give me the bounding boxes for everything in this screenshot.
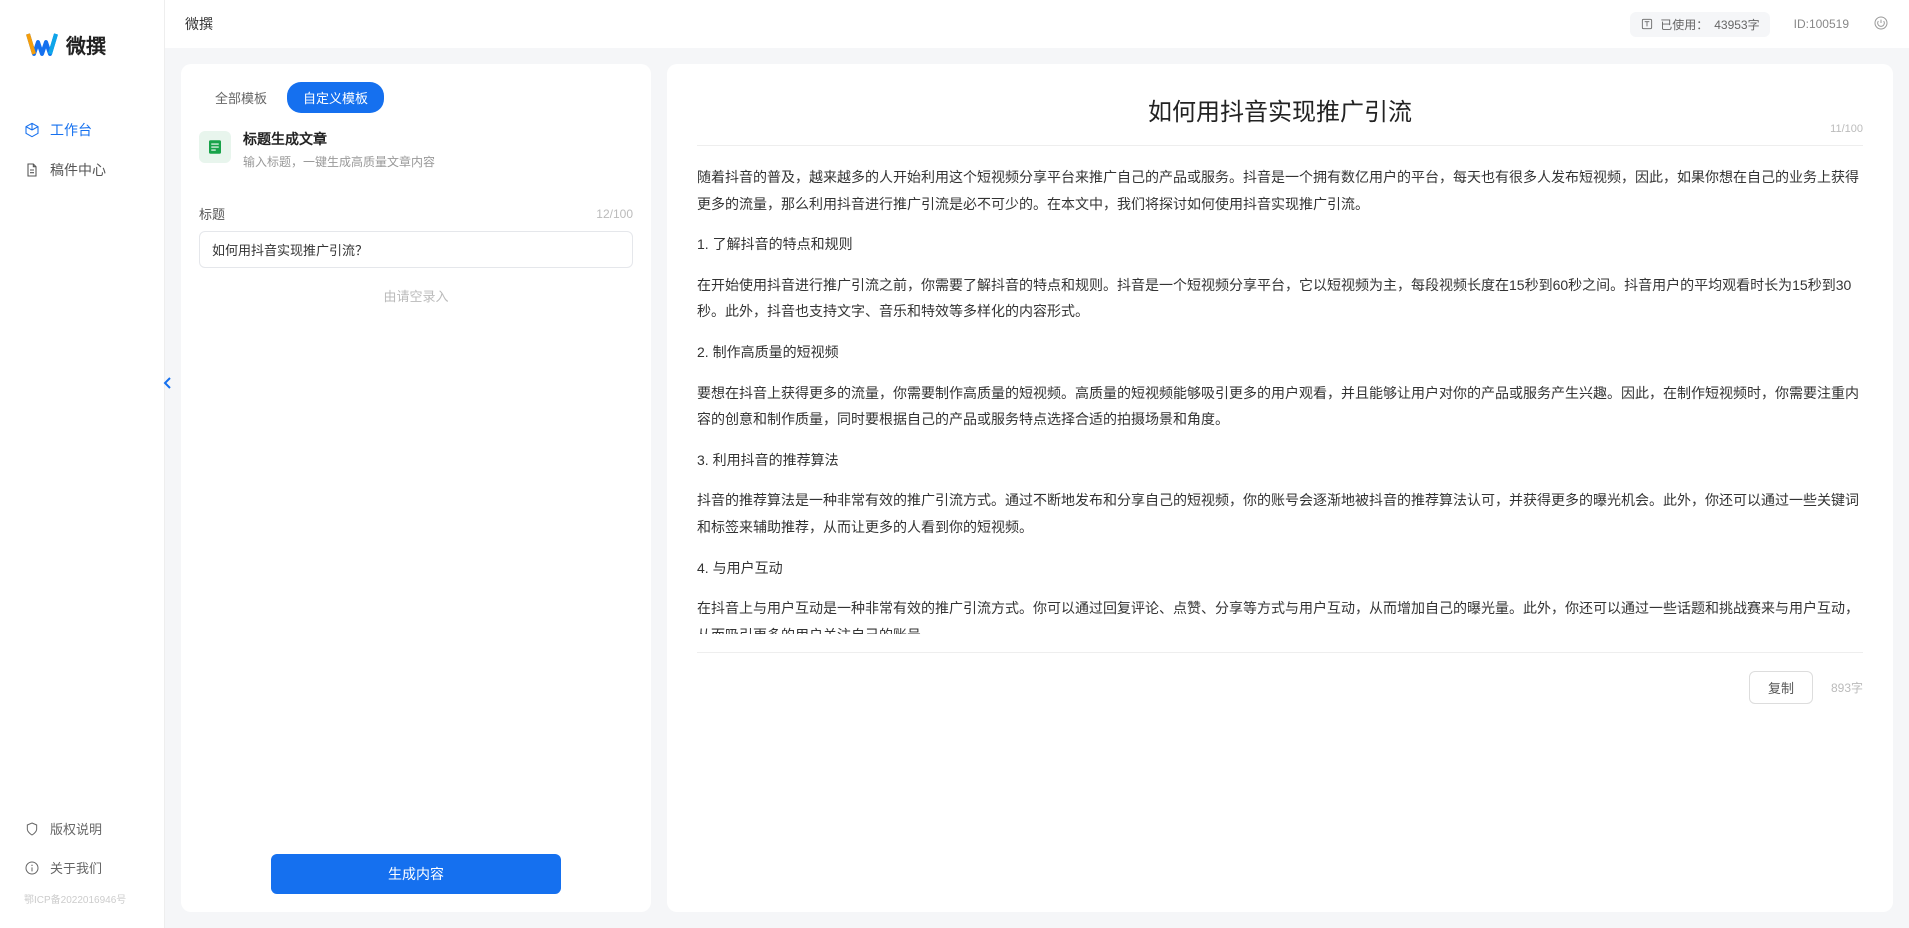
article-title-count: 11/100: [1830, 123, 1863, 135]
left-panel: 全部模板 自定义模板 标题生成文章 输入标题，一键生成高质量文章内容 标题: [181, 64, 651, 912]
copy-button[interactable]: 复制: [1749, 671, 1813, 704]
usage-label: 已使用：: [1660, 16, 1708, 33]
brand-name: 微撰: [66, 30, 106, 59]
article-paragraph: 随着抖音的普及，越来越多的人开始利用这个短视频分享平台来推广自己的产品或服务。抖…: [697, 164, 1863, 217]
template-title: 标题生成文章: [243, 129, 435, 149]
title-input[interactable]: [199, 231, 633, 268]
sidebar-item-label: 版权说明: [50, 819, 102, 838]
article-paragraph: 要想在抖音上获得更多的流量，你需要制作高质量的短视频。高质量的短视频能够吸引更多…: [697, 380, 1863, 433]
article-title: 如何用抖音实现推广引流: [697, 92, 1863, 127]
usage-value: 43953字: [1714, 16, 1759, 33]
tab-all-templates[interactable]: 全部模板: [199, 82, 283, 113]
icp-text: 鄂ICP备2022016946号: [0, 887, 164, 914]
sidebar-collapse-handle[interactable]: [162, 376, 172, 393]
generate-button[interactable]: 生成内容: [271, 854, 561, 894]
content-row: 全部模板 自定义模板 标题生成文章 输入标题，一键生成高质量文章内容 标题: [165, 48, 1909, 928]
user-id: ID:100519: [1794, 17, 1849, 31]
article-paragraph: 2. 制作高质量的短视频: [697, 339, 1863, 366]
field-char-count: 12/100: [596, 207, 633, 221]
sidebar-bottom: 版权说明 关于我们 鄂ICP备2022016946号: [0, 809, 164, 928]
text-icon: [1640, 17, 1654, 31]
article-paragraph: 4. 与用户互动: [697, 555, 1863, 582]
sidebar-item-workbench[interactable]: 工作台: [0, 110, 164, 150]
article-paragraph: 1. 了解抖音的特点和规则: [697, 231, 1863, 258]
info-icon: [24, 860, 40, 876]
power-button[interactable]: [1873, 15, 1889, 34]
main-area: 微撰 已使用： 43953字 ID:100519 全部模板 自定义模板: [165, 0, 1909, 928]
tab-custom-template[interactable]: 自定义模板: [287, 82, 384, 113]
template-tabs: 全部模板 自定义模板: [181, 82, 651, 129]
page-title: 微撰: [185, 14, 213, 34]
sidebar: 微撰 工作台 稿件中心 版权说明 关于我们 鄂ICP备202201: [0, 0, 165, 928]
sheet-icon: [206, 138, 224, 156]
brand-logo: 微撰: [0, 0, 164, 80]
sidebar-item-label: 关于我们: [50, 858, 102, 877]
empty-input-note: 由请空录入: [199, 268, 633, 323]
article-word-count: 893字: [1831, 679, 1863, 696]
topbar: 微撰 已使用： 43953字 ID:100519: [165, 0, 1909, 48]
shield-icon: [24, 821, 40, 837]
sidebar-item-copyright[interactable]: 版权说明: [0, 809, 164, 848]
sidebar-item-about[interactable]: 关于我们: [0, 848, 164, 887]
template-description: 输入标题，一键生成高质量文章内容: [243, 153, 435, 170]
article-paragraph: 抖音的推荐算法是一种非常有效的推广引流方式。通过不断地发布和分享自己的短视频，你…: [697, 487, 1863, 540]
brand-logo-icon: [26, 28, 58, 60]
template-card: 标题生成文章 输入标题，一键生成高质量文章内容: [181, 129, 651, 188]
article-paragraph: 在开始使用抖音进行推广引流之前，你需要了解抖音的特点和规则。抖音是一个短视频分享…: [697, 272, 1863, 325]
sidebar-item-label: 工作台: [50, 120, 92, 140]
document-icon: [24, 162, 40, 178]
form-section: 标题 12/100 由请空录入: [181, 188, 651, 323]
template-icon: [199, 131, 231, 163]
article-paragraph: 3. 利用抖音的推荐算法: [697, 447, 1863, 474]
cube-icon: [24, 122, 40, 138]
field-label-title: 标题: [199, 204, 225, 223]
right-footer: 复制 893字: [697, 652, 1863, 704]
sidebar-item-drafts[interactable]: 稿件中心: [0, 150, 164, 190]
article-paragraph: 在抖音上与用户互动是一种非常有效的推广引流方式。你可以通过回复评论、点赞、分享等…: [697, 595, 1863, 634]
sidebar-nav: 工作台 稿件中心: [0, 80, 164, 809]
article-header: 如何用抖音实现推广引流 11/100: [697, 92, 1863, 146]
right-panel: 如何用抖音实现推广引流 11/100 随着抖音的普及，越来越多的人开始利用这个短…: [667, 64, 1893, 912]
sidebar-item-label: 稿件中心: [50, 160, 106, 180]
usage-badge: 已使用： 43953字: [1630, 12, 1769, 37]
power-icon: [1873, 15, 1889, 31]
article-body[interactable]: 随着抖音的普及，越来越多的人开始利用这个短视频分享平台来推广自己的产品或服务。抖…: [697, 164, 1863, 634]
